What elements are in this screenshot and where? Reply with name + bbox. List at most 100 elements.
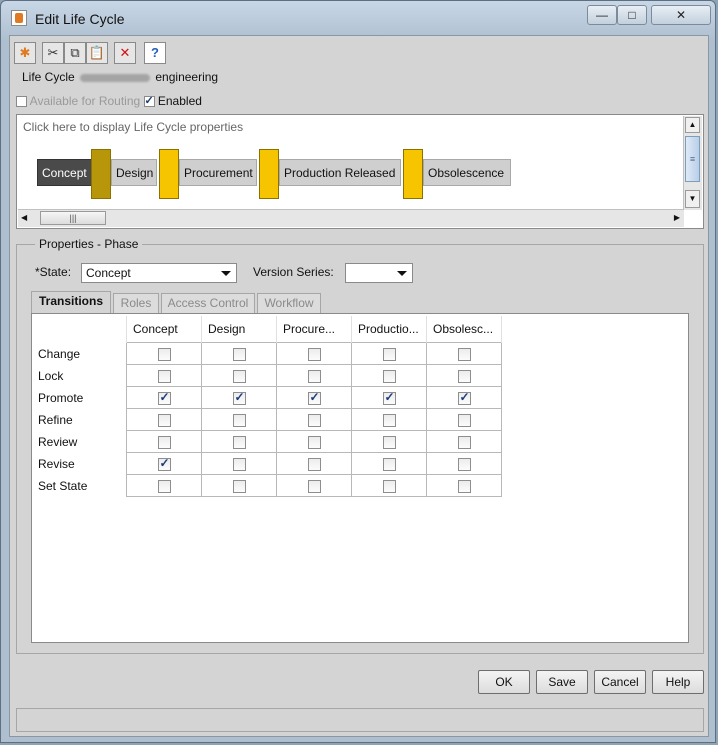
transition-checkbox[interactable] xyxy=(307,390,321,405)
transition-checkbox[interactable] xyxy=(307,457,321,471)
copy-icon[interactable]: ⧉ xyxy=(64,42,86,64)
transition-checkbox[interactable] xyxy=(157,435,171,449)
tab-workflow[interactable]: Workflow xyxy=(257,293,321,313)
version-series-select[interactable] xyxy=(345,263,413,283)
grid-cell xyxy=(351,408,427,431)
grid-cell xyxy=(276,342,352,365)
help-icon[interactable]: ? xyxy=(144,42,166,64)
available-for-routing-label: Available for Routing xyxy=(29,94,141,108)
life-cycle-diagram[interactable]: Click here to display Life Cycle propert… xyxy=(16,114,704,229)
grid-cell xyxy=(126,364,202,387)
vertical-scrollbar[interactable]: ▲ ≡ ▼ xyxy=(683,116,702,210)
state-select[interactable]: Concept xyxy=(81,263,237,283)
life-cycle-hint[interactable]: Click here to display Life Cycle propert… xyxy=(23,120,243,134)
transition-checkbox[interactable] xyxy=(457,435,471,449)
column-header[interactable]: Concept xyxy=(126,316,202,343)
scroll-thumb-vertical[interactable]: ≡ xyxy=(685,136,700,182)
grid-cell xyxy=(126,386,202,409)
enabled-checkbox[interactable] xyxy=(143,94,155,108)
gate-marker[interactable] xyxy=(259,149,279,199)
transition-checkbox[interactable] xyxy=(232,413,246,427)
transition-checkbox[interactable] xyxy=(457,457,471,471)
column-header[interactable]: Design xyxy=(201,316,277,343)
transition-checkbox[interactable] xyxy=(307,413,321,427)
scroll-thumb-horizontal[interactable]: ||| xyxy=(40,211,106,225)
grid-cell xyxy=(276,452,352,475)
transition-checkbox[interactable] xyxy=(382,479,396,493)
transition-checkbox[interactable] xyxy=(232,457,246,471)
column-header[interactable]: Procure... xyxy=(276,316,352,343)
transition-checkbox[interactable] xyxy=(382,369,396,383)
phase-production-released[interactable]: Production Released xyxy=(279,159,401,186)
phase-procurement[interactable]: Procurement xyxy=(179,159,257,186)
help-button[interactable]: Help xyxy=(652,670,704,694)
tab-roles[interactable]: Roles xyxy=(113,293,159,313)
title-bar[interactable]: Edit Life Cycle — □ ✕ xyxy=(1,1,717,35)
phase-obsolescence[interactable]: Obsolescence xyxy=(423,159,511,186)
grid-corner xyxy=(34,316,127,343)
column-header[interactable]: Obsolesc... xyxy=(426,316,502,343)
enabled-label[interactable]: Enabled xyxy=(158,94,202,108)
transition-checkbox[interactable] xyxy=(457,347,471,361)
save-button[interactable]: Save xyxy=(536,670,588,694)
properties-phase-legend: Properties - Phase xyxy=(35,237,143,251)
version-series-label: Version Series: xyxy=(253,265,334,279)
transition-checkbox[interactable] xyxy=(457,369,471,383)
grid-cell xyxy=(351,474,427,497)
maximize-button[interactable]: □ xyxy=(617,5,647,25)
delete-icon[interactable]: ✕ xyxy=(114,42,136,64)
cut-icon[interactable]: ✂ xyxy=(42,42,64,64)
grid-cell xyxy=(276,386,352,409)
tab-transitions[interactable]: Transitions xyxy=(31,291,111,313)
scroll-left-arrow-icon[interactable]: ◀ xyxy=(21,213,27,222)
gate-marker[interactable] xyxy=(91,149,111,199)
chevron-down-icon[interactable] xyxy=(221,271,231,276)
transition-checkbox[interactable] xyxy=(232,347,246,361)
minimize-button[interactable]: — xyxy=(587,5,617,25)
transition-checkbox[interactable] xyxy=(157,456,171,471)
grid-cell xyxy=(201,386,277,409)
phase-concept[interactable]: Concept xyxy=(37,159,93,186)
transition-checkbox[interactable] xyxy=(232,369,246,383)
grid-cell xyxy=(351,364,427,387)
transition-checkbox[interactable] xyxy=(457,390,471,405)
transition-checkbox[interactable] xyxy=(157,413,171,427)
transition-checkbox[interactable] xyxy=(307,479,321,493)
transition-checkbox[interactable] xyxy=(157,347,171,361)
row-label: Revise xyxy=(38,456,75,471)
transition-checkbox[interactable] xyxy=(382,435,396,449)
new-icon[interactable]: ✱ xyxy=(14,42,36,64)
transition-checkbox[interactable] xyxy=(307,347,321,361)
scroll-right-arrow-icon[interactable]: ▶ xyxy=(674,213,680,222)
grid-cell xyxy=(201,342,277,365)
transition-checkbox[interactable] xyxy=(232,390,246,405)
transition-checkbox[interactable] xyxy=(232,435,246,449)
transition-checkbox[interactable] xyxy=(307,435,321,449)
transition-checkbox[interactable] xyxy=(382,413,396,427)
transition-checkbox[interactable] xyxy=(382,457,396,471)
transition-checkbox[interactable] xyxy=(457,413,471,427)
cancel-button[interactable]: Cancel xyxy=(594,670,646,694)
transition-checkbox[interactable] xyxy=(232,479,246,493)
close-button[interactable]: ✕ xyxy=(651,5,711,25)
transition-checkbox[interactable] xyxy=(382,390,396,405)
transition-checkbox[interactable] xyxy=(382,347,396,361)
transitions-grid: Concept Design Procure... Productio... Obsol… xyxy=(34,316,502,497)
transition-checkbox[interactable] xyxy=(457,479,471,493)
scroll-up-arrow-icon[interactable]: ▲ xyxy=(685,117,700,133)
gate-marker[interactable] xyxy=(159,149,179,199)
transition-checkbox[interactable] xyxy=(307,369,321,383)
column-header[interactable]: Productio... xyxy=(351,316,427,343)
gate-marker[interactable] xyxy=(403,149,423,199)
horizontal-scrollbar[interactable]: ◀ ||| ▶ xyxy=(18,209,684,227)
grid-cell xyxy=(201,430,277,453)
ok-button[interactable]: OK xyxy=(478,670,530,694)
scroll-down-arrow-icon[interactable]: ▼ xyxy=(685,190,700,208)
transition-checkbox[interactable] xyxy=(157,369,171,383)
tab-access-control[interactable]: Access Control xyxy=(161,293,255,313)
paste-icon[interactable]: 📋 xyxy=(86,42,108,64)
chevron-down-icon[interactable] xyxy=(397,271,407,276)
transition-checkbox[interactable] xyxy=(157,390,171,405)
phase-design[interactable]: Design xyxy=(111,159,157,186)
transition-checkbox[interactable] xyxy=(157,479,171,493)
